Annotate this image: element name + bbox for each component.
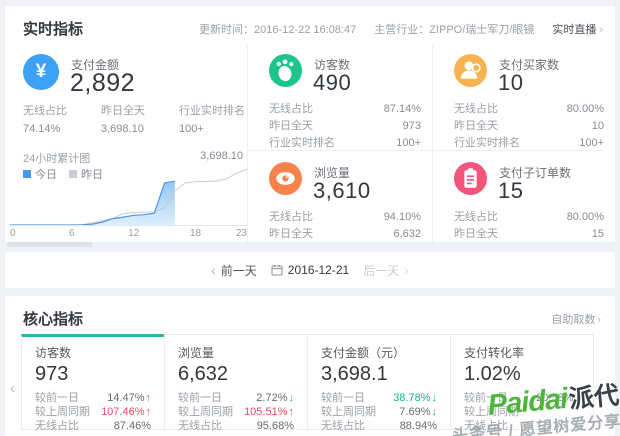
update-time: 更新时间：2016-12-22 16:08:47: [199, 24, 357, 36]
core-title: 核心指标: [23, 311, 84, 328]
x-tick-label: 12: [128, 228, 140, 239]
arrow-down-icon: ↓: [574, 392, 581, 404]
carousel-right-icon[interactable]: ›: [607, 380, 612, 397]
industry-label: 主营行业：ZIPPO/瑞士军刀/眼镜: [374, 24, 535, 36]
date-nav-panel: ‹ 前一天 2016-12-21 后一天 ›: [5, 252, 615, 288]
order-icon: [454, 162, 487, 195]
date-picker[interactable]: 2016-12-21: [271, 263, 349, 277]
scrollbar-track[interactable]: [5, 242, 615, 248]
x-tick-label: 0: [10, 228, 16, 239]
buyers-card-stats: 无线占比 80.00% 昨日全天 10 行业实时排名 100+: [454, 103, 604, 149]
buyer-icon: [454, 54, 487, 87]
legend-swatch-yesterday: [69, 170, 77, 178]
arrow-down-icon: ↓: [288, 392, 295, 404]
carousel-left-icon[interactable]: ‹: [10, 380, 15, 397]
divider: [247, 150, 603, 151]
chart-legend: 今日 昨日: [23, 166, 103, 182]
legend-yesterday: 昨日: [69, 166, 103, 182]
visitors-card-stats: 无线占比 87.14% 昨日全天 973 行业实时排名 100+: [269, 103, 421, 149]
chevron-right-icon: ›: [404, 262, 409, 278]
dashboard: 实时指标 更新时间：2016-12-22 16:08:47 主营行业：ZIPPO…: [0, 0, 620, 436]
next-day-button[interactable]: 后一天 ›: [363, 262, 409, 279]
yuan-icon: ¥: [23, 54, 59, 90]
chevron-left-icon: ‹: [211, 262, 216, 278]
core-panel: 核心指标 自助取数 › ‹ › 访客数 973 较前一日 14.47%↑ 较上周同期…: [5, 296, 615, 436]
x-tick-label: 18: [189, 228, 202, 239]
pageviews-card-value: 3,610: [313, 178, 371, 203]
core-tab-payment[interactable]: 支付金额（元） 3,698.1 较前一日 38.78%↓ 较上周同期 7.69%↓ …: [307, 334, 451, 432]
live-broadcast-link[interactable]: 实时直播 ›: [552, 21, 603, 37]
visitors-card-value: 490: [313, 70, 352, 95]
chart-peak-value: 3,698.10: [200, 150, 243, 162]
footprint-icon: [269, 54, 302, 87]
prev-day-button[interactable]: ‹ 前一天: [211, 262, 257, 279]
realtime-header-meta: 更新时间：2016-12-22 16:08:47 主营行业：ZIPPO/瑞士军刀…: [199, 21, 603, 37]
scrollbar-thumb[interactable]: [7, 242, 93, 247]
pageviews-card-stats: 无线占比 94.10% 昨日全天 6,632: [269, 211, 421, 240]
arrow-up-icon: ↑: [145, 392, 152, 404]
suborders-card-value: 15: [498, 178, 524, 203]
stat-col: 无线占比 74.14%: [23, 105, 67, 135]
core-tab-pageviews[interactable]: 浏览量 6,632 较前一日 2.72%↓ 较上周同期 105.51%↑ 无线占比 9…: [164, 334, 308, 432]
payment-card-value: 2,892: [70, 69, 136, 97]
chart-x-ticks: 0 6 12 18 23: [10, 228, 247, 240]
x-tick-label: 6: [69, 228, 75, 239]
core-cards: 访客数 973 较前一日 14.47%↑ 较上周同期 107.46%↑ 无线占比 87…: [21, 334, 594, 432]
suborders-card-stats: 无线占比 80.00% 昨日全天 15: [454, 211, 604, 240]
self-service-data-link[interactable]: 自助取数 ›: [551, 311, 601, 327]
payment-card-stats: 无线占比 74.14% 昨日全天 3,698.10 行业实时排名 100+: [23, 102, 257, 135]
legend-swatch-today: [23, 170, 31, 178]
divider: [432, 46, 433, 244]
stat-col: 昨日全天 3,698.10: [101, 105, 145, 135]
core-tab-visitors[interactable]: 访客数 973 较前一日 14.47%↑ 较上周同期 107.46%↑ 无线占比 87…: [21, 334, 165, 432]
arrow-up-icon: ↑: [145, 406, 152, 418]
divider: [247, 46, 248, 244]
arrow-down-icon: ↓: [431, 392, 438, 404]
chevron-right-icon: ›: [597, 314, 601, 326]
eye-icon: [269, 162, 302, 195]
core-tab-conversion[interactable]: 支付转化率 1.02% 较前一日 20.58%↓ 较上周同期 无线占比: [450, 334, 594, 432]
realtime-title: 实时指标: [23, 21, 84, 38]
buyers-card-value: 10: [498, 70, 524, 95]
chevron-right-icon: ›: [599, 24, 603, 36]
arrow-down-icon: ↓: [431, 406, 438, 418]
calendar-icon: [271, 265, 283, 276]
legend-today: 今日: [23, 166, 57, 182]
realtime-panel: 实时指标 更新时间：2016-12-22 16:08:47 主营行业：ZIPPO…: [5, 6, 615, 248]
x-tick-label: 23: [235, 228, 247, 239]
arrow-up-icon: ↑: [288, 406, 295, 418]
stat-col: 行业实时排名 100+: [179, 105, 245, 135]
